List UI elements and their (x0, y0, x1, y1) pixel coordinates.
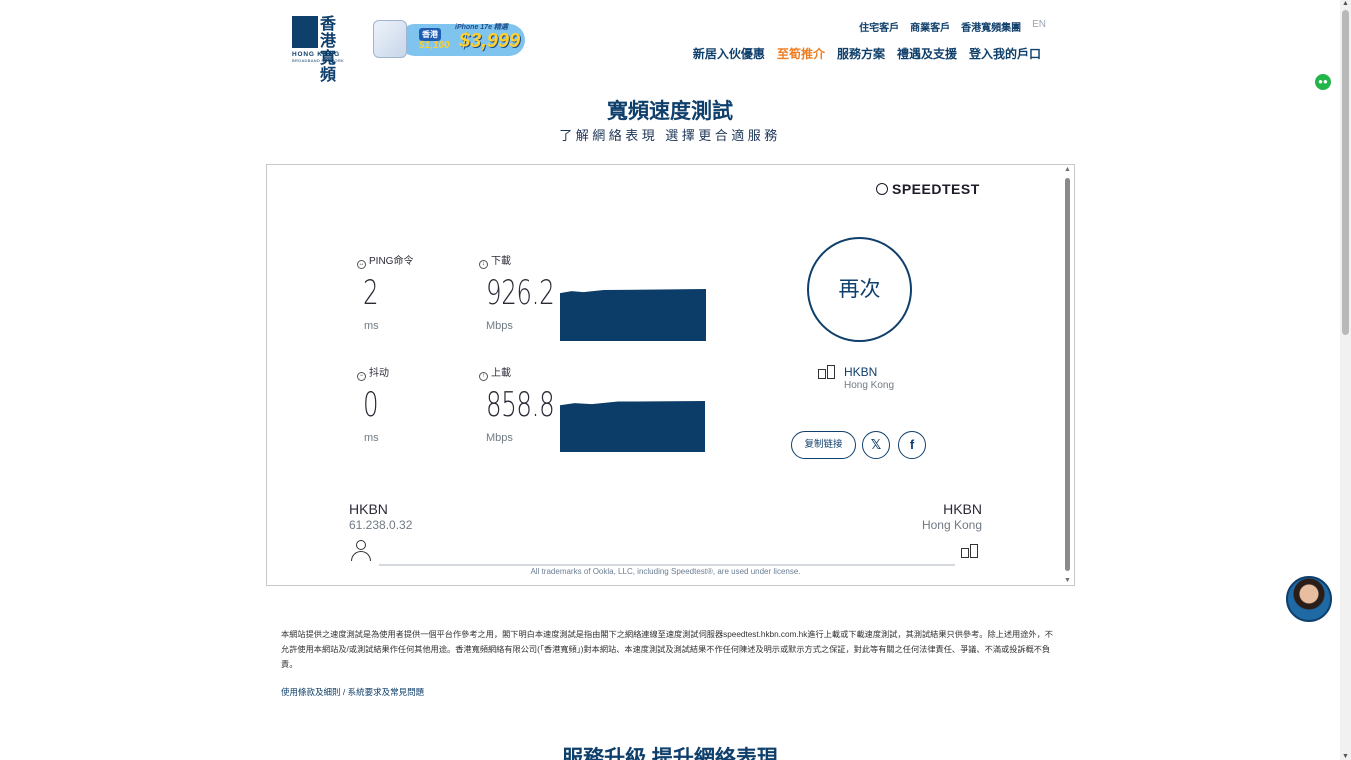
phone-image (373, 20, 407, 58)
nav-new-home-offers[interactable]: 新居入伙優惠 (693, 45, 765, 62)
page-title: 寬頻速度測試 (607, 100, 733, 123)
hkbn-logo[interactable]: 香港寬頻 HONG KONG BROADBAND NETWORK (292, 15, 354, 83)
ping-unit: ms (364, 320, 379, 332)
nav-service-plans[interactable]: 服務方案 (837, 45, 885, 62)
top-nav-group[interactable]: 香港寬頻集團 (961, 19, 1021, 34)
connection-line (379, 564, 955, 566)
speedtest-frame: SPEEDTEST ↔ PING命令 2 ms ↓ 下載 926.2 Mbps − 抖… (266, 164, 1075, 586)
upload-graph (560, 401, 705, 452)
logo-cn-text: 香港寬頻 (320, 14, 337, 84)
test-again-button[interactable]: 再次 (807, 237, 912, 342)
page-scroll-up-icon[interactable]: ▲ (1342, 0, 1349, 7)
client-isp: HKBN (349, 501, 388, 517)
frame-scroll-thumb[interactable] (1065, 178, 1070, 571)
language-switch[interactable]: EN (1032, 19, 1046, 34)
disclaimer-text: 本網站提供之速度測試是為使用者提供一個平台作參考之用，閣下明白本速度測試是指由閣… (281, 630, 1053, 669)
download-value: 926.2 (486, 273, 555, 313)
page-subtitle: 了解網絡表現 選擇更合適服務 (559, 128, 781, 143)
client-ip: 61.238.0.32 (349, 518, 413, 532)
share-facebook-button[interactable]: f (898, 431, 926, 459)
logo-en2-text: BROADBAND NETWORK (292, 58, 344, 63)
frame-scroll-up-icon[interactable]: ▲ (1064, 166, 1071, 173)
download-icon: ↓ (479, 260, 488, 269)
chat-assistant-avatar[interactable] (1286, 576, 1332, 622)
speedtest-brand-text: SPEEDTEST (892, 181, 980, 197)
upload-label: ↑ 上載 (479, 364, 511, 381)
upload-unit: Mbps (486, 432, 513, 444)
nav-rewards-support[interactable]: 禮遇及支援 (897, 45, 957, 62)
download-label-text: 下載 (491, 256, 511, 267)
server-icon-tall (827, 365, 835, 379)
host-server-icon (961, 544, 979, 562)
top-nav: 住宅客戶 商業客戶 香港寬頻集團 EN (859, 19, 1046, 34)
jitter-icon: − (357, 372, 366, 381)
copy-link-button[interactable]: 复制链接 (791, 431, 856, 459)
ping-icon: ↔ (357, 260, 366, 269)
host-location: Hong Kong (921, 518, 982, 532)
jitter-label: − 抖动 (357, 364, 389, 381)
server-location: Hong Kong (844, 380, 895, 391)
download-label: ↓ 下載 (479, 252, 511, 269)
speedometer-icon (876, 183, 888, 195)
server-name: HKBN (844, 365, 878, 379)
section-title: 服務升級 提升網絡表現 (562, 747, 778, 760)
download-graph (560, 289, 706, 341)
frame-scrollbar[interactable]: ▲ ▼ (1062, 165, 1074, 585)
logo-mark (292, 16, 318, 48)
jitter-unit: ms (364, 432, 379, 444)
server-icon-b (961, 548, 969, 558)
trademark-notice: All trademarks of Ookla, LLC, including … (530, 567, 801, 576)
jitter-value: 0 (363, 385, 379, 425)
upload-label-text: 上載 (491, 368, 511, 379)
host-isp: HKBN (943, 501, 982, 517)
frame-scroll-down-icon[interactable]: ▼ (1064, 577, 1071, 584)
terms-links[interactable]: 使用條款及細則 / 系統要求及常見問題 (281, 686, 424, 698)
server-info[interactable]: HKBN Hong Kong (818, 365, 894, 391)
promo-price-big: $3,999 (459, 30, 521, 52)
jitter-label-text: 抖动 (369, 368, 389, 379)
logo-en-text: HONG KONG (292, 51, 341, 58)
nav-login[interactable]: 登入我的戶口 (969, 45, 1041, 62)
ping-value: 2 (363, 273, 379, 313)
top-nav-residential[interactable]: 住宅客戶 (859, 19, 899, 34)
server-icon-b-tall (970, 544, 978, 558)
speedtest-brand: SPEEDTEST (876, 181, 980, 197)
promo-banner[interactable]: iPhone 17e 精選 香港 $1,100 $3,999 (367, 18, 525, 58)
download-unit: Mbps (486, 320, 513, 332)
main-nav: 新居入伙優惠 至筍推介 服務方案 禮遇及支援 登入我的戶口 (693, 45, 1041, 62)
server-icon (818, 369, 826, 379)
nav-hot-deals[interactable]: 至筍推介 (777, 45, 825, 62)
ping-label-text: PING命令 (369, 256, 414, 267)
upload-value: 858.8 (486, 385, 555, 425)
promo-price-small: $1,100 (419, 40, 450, 51)
page-scroll-thumb[interactable] (1342, 10, 1349, 335)
share-x-button[interactable]: 𝕏 (862, 431, 890, 459)
extension-badge-icon[interactable]: ●● (1315, 74, 1331, 90)
upload-icon: ↑ (479, 372, 488, 381)
page-scroll-down-icon[interactable]: ▼ (1342, 753, 1349, 760)
ping-label: ↔ PING命令 (357, 252, 413, 269)
top-nav-business[interactable]: 商業客戶 (910, 19, 950, 34)
user-icon (349, 540, 373, 562)
page-scrollbar[interactable]: ▲ ▼ (1340, 0, 1351, 760)
